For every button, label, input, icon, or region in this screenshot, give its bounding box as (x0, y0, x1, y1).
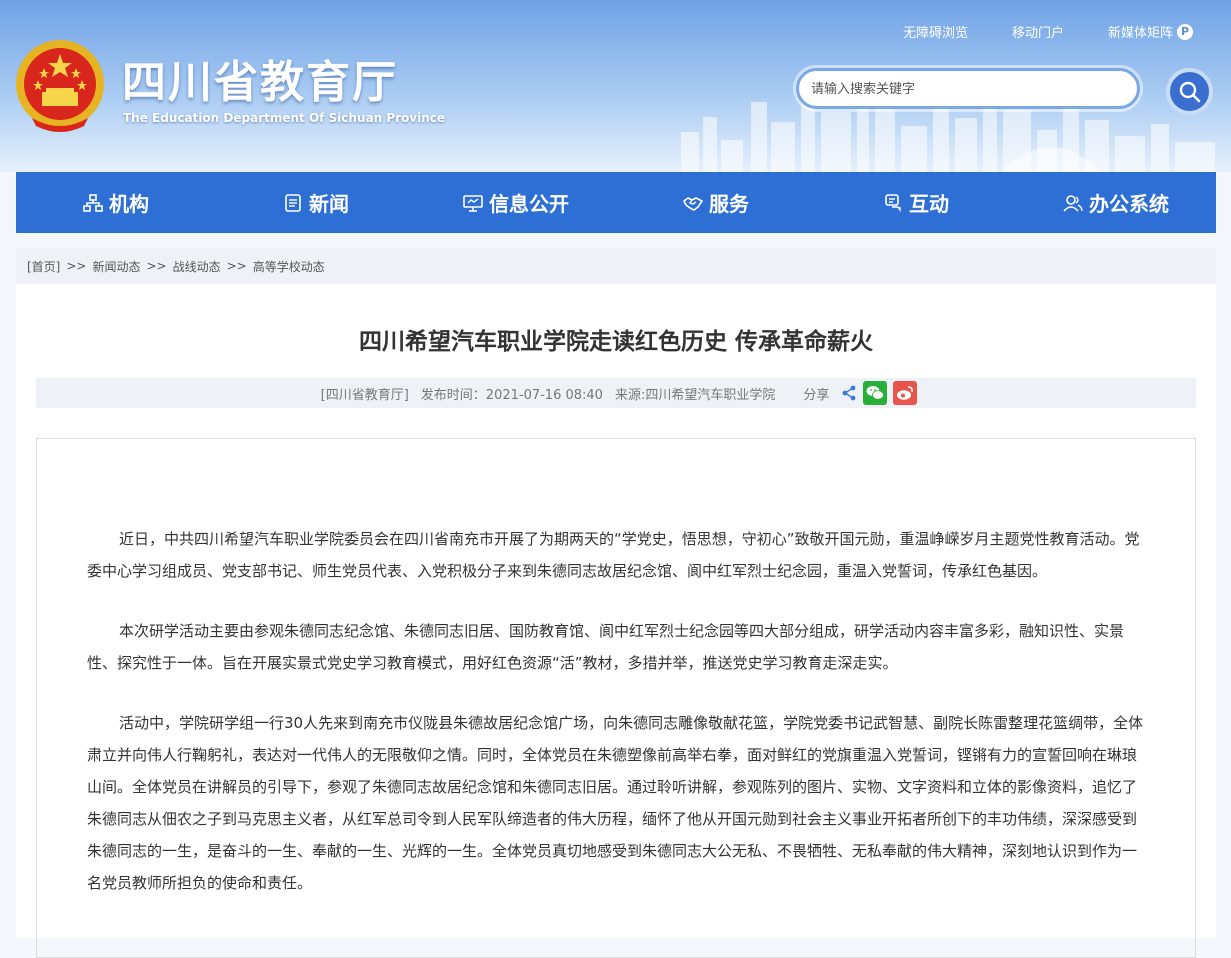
article-source: 来源:四川希望汽车职业学院 (614, 387, 776, 403)
share-group: 分享 (797, 381, 918, 405)
search-icon (1179, 81, 1200, 102)
wechat-share-button[interactable] (863, 381, 888, 405)
national-emblem-logo (16, 40, 104, 132)
nav-item-organization[interactable]: 机构 (16, 172, 216, 233)
mobile-portal-link[interactable]: 移动门户 (1012, 22, 1064, 41)
monitor-icon (463, 194, 483, 212)
nav-label: 服务 (709, 192, 749, 216)
search-box (796, 68, 1140, 109)
media-matrix-icon: P (1177, 23, 1193, 40)
nav-item-info-disclosure[interactable]: 信息公开 (416, 172, 616, 233)
article-title: 四川希望汽车职业学院走读红色历史 传承革命薪火 (358, 329, 873, 355)
breadcrumb-separator: >> (146, 259, 167, 273)
search-button[interactable] (1166, 68, 1213, 115)
search-input[interactable] (809, 71, 1113, 108)
weibo-icon (897, 386, 914, 400)
breadcrumb-front-news[interactable]: 战线动态 (173, 258, 221, 275)
news-icon (285, 193, 301, 212)
nav-item-interaction[interactable]: 互动 (816, 172, 1016, 233)
source-site: [四川省教育厅] (320, 387, 409, 403)
share-label: 分享 (803, 387, 830, 403)
site-title: 四川省教育厅 (122, 57, 398, 108)
nav-item-services[interactable]: 服务 (616, 172, 816, 233)
new-media-matrix-link[interactable]: 新媒体矩阵 P (1108, 22, 1193, 41)
nav-item-news[interactable]: 新闻 (216, 172, 416, 233)
new-media-matrix-label: 新媒体矩阵 (1107, 26, 1173, 41)
accessibility-link[interactable]: 无障碍浏览 (903, 22, 968, 41)
weibo-share-button[interactable] (893, 381, 918, 405)
nav-label: 机构 (109, 192, 149, 216)
site-header: 四川省教育厅 The Education Department Of Sichu… (0, 0, 1231, 172)
article-container: 四川希望汽车职业学院走读红色历史 传承革命薪火 [四川省教育厅] 发布时间：20… (16, 284, 1216, 958)
top-links: 无障碍浏览 移动门户 新媒体矩阵 P (903, 22, 1193, 41)
publish-time: 发布时间：2021-07-16 08:40 (420, 387, 603, 403)
users-icon (1063, 194, 1083, 212)
breadcrumb: [首页] >> 新闻动态 >> 战线动态 >> 高等学校动态 (16, 248, 1216, 284)
article-body: 近日，中共四川希望汽车职业学院委员会在四川省南充市开展了为期两天的“学党史，悟思… (87, 523, 1147, 927)
article-paragraph: 本次研学活动主要由参观朱德同志纪念馆、朱德同志旧居、国防教育馆、阆中红军烈士纪念… (87, 622, 1125, 672)
breadcrumb-separator: >> (66, 259, 87, 273)
article-meta-bar: [四川省教育厅] 发布时间：2021-07-16 08:40 来源:四川希望汽车… (36, 378, 1196, 408)
article-paragraph: 近日，中共四川希望汽车职业学院委员会在四川省南充市开展了为期两天的“学党史，悟思… (87, 530, 1140, 580)
share-icon[interactable] (841, 385, 857, 401)
wechat-icon (866, 386, 885, 400)
article-paragraph: 活动中，学院研学组一行30人先来到南充市仪陇县朱德故居纪念馆广场，向朱德同志雕像… (87, 714, 1144, 892)
chat-icon (885, 193, 901, 212)
nav-label: 互动 (909, 192, 949, 216)
nav-label: 信息公开 (489, 192, 569, 216)
article-content-box: 近日，中共四川希望汽车职业学院委员会在四川省南充市开展了为期两天的“学党史，悟思… (36, 438, 1196, 958)
breadcrumb-home[interactable]: [首页] (27, 258, 60, 275)
nav-item-office-system[interactable]: 办公系统 (1016, 172, 1216, 233)
site-subtitle: The Education Department Of Sichuan Prov… (123, 111, 446, 125)
nav-label: 新闻 (309, 192, 349, 216)
breadcrumb-separator: >> (226, 259, 247, 273)
main-nav: 机构 新闻 信息公开 服务 互动 办公系统 (16, 172, 1216, 233)
nav-label: 办公系统 (1089, 192, 1169, 216)
handshake-icon (683, 196, 703, 211)
breadcrumb-university-news[interactable]: 高等学校动态 (253, 258, 325, 275)
breadcrumb-news[interactable]: 新闻动态 (92, 258, 140, 275)
org-chart-icon (83, 193, 103, 212)
